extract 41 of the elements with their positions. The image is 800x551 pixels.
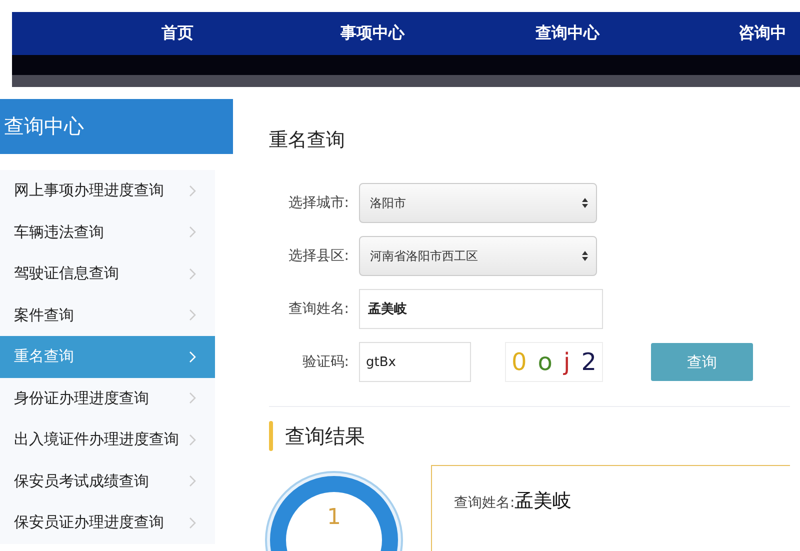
captcha-character: 0 bbox=[512, 348, 527, 376]
result-count: 1 bbox=[326, 505, 342, 530]
nav-link[interactable]: 查询中心 bbox=[470, 23, 665, 44]
updown-icon bbox=[582, 198, 588, 208]
updown-icon bbox=[582, 251, 588, 261]
sidebar-item[interactable]: 案件查询 bbox=[0, 294, 215, 336]
sidebar-item[interactable]: 保安员证办理进度查询 bbox=[0, 502, 215, 544]
result-name: 查询姓名:孟美岐 bbox=[454, 489, 573, 514]
sidebar-item[interactable]: 网上事项办理进度查询 bbox=[0, 170, 215, 212]
chevron-right-icon bbox=[189, 226, 197, 238]
field-label: 选择城市: bbox=[287, 194, 350, 212]
select-field[interactable]: 河南省洛阳市西工区 bbox=[359, 236, 597, 276]
name-input-field[interactable]: 孟美岐 bbox=[359, 289, 603, 329]
field-label: 选择县区: bbox=[287, 247, 350, 265]
chevron-right-icon bbox=[189, 350, 197, 363]
chevron-right-icon bbox=[189, 516, 197, 529]
sidebar-item[interactable]: 驾驶证信息查询 bbox=[0, 253, 215, 294]
chevron-right-icon bbox=[189, 392, 197, 404]
chevron-right-icon bbox=[189, 475, 197, 488]
field-label: 验证码: bbox=[301, 353, 350, 371]
chevron-right-icon bbox=[189, 434, 197, 446]
accent-bar bbox=[269, 421, 273, 451]
nav-link[interactable]: 事项中心 bbox=[275, 23, 470, 44]
sidebar-item[interactable]: 身份证办理进度查询 bbox=[0, 378, 215, 419]
field-label: 查询姓名: bbox=[287, 300, 350, 318]
sidebar-header: 查询中心 bbox=[0, 99, 233, 154]
chevron-right-icon bbox=[189, 184, 197, 197]
captcha-input-field[interactable]: gtBx bbox=[359, 342, 471, 382]
sidebar-item[interactable]: 保安员考试成绩查询 bbox=[0, 460, 215, 502]
section-title: 查询结果 bbox=[285, 422, 365, 450]
sidebar-item[interactable]: 出入境证件办理进度查询 bbox=[0, 419, 215, 460]
sidebar-item[interactable]: 车辆违法查询 bbox=[0, 212, 215, 253]
select-field[interactable]: 洛阳市 bbox=[359, 183, 597, 223]
captcha-character: j bbox=[564, 348, 570, 376]
nav-link[interactable]: 咨询中 bbox=[665, 23, 800, 44]
chevron-right-icon bbox=[189, 309, 197, 322]
nav-link[interactable]: 首页 bbox=[80, 23, 275, 44]
captcha-character: o bbox=[538, 348, 552, 376]
chevron-right-icon bbox=[189, 268, 197, 280]
page-title: 重名查询 bbox=[269, 128, 346, 153]
captcha-character: 2 bbox=[581, 348, 596, 376]
